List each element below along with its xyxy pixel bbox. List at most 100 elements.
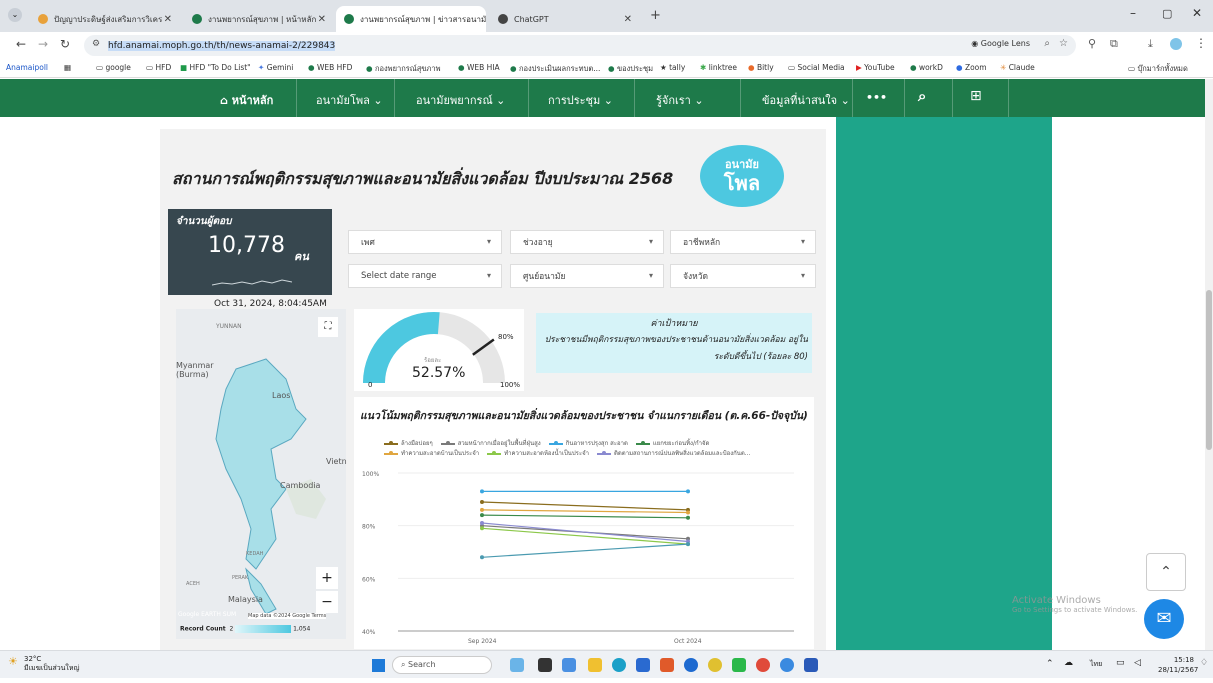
bookmark-item[interactable]: Anamaipoll	[6, 63, 48, 72]
all-bookmarks[interactable]: ▭ บุ๊กมาร์กทั้งหมด	[1128, 63, 1188, 75]
zoom-icon[interactable]: ⌕	[1044, 38, 1050, 49]
legend-item[interactable]: ล้างมือบ่อยๆ	[384, 439, 433, 449]
chrome-icon[interactable]	[756, 658, 770, 672]
browser-tab[interactable]: ChatGPT ✕	[490, 6, 640, 32]
file-explorer-icon[interactable]	[588, 658, 602, 672]
window-close-icon[interactable]: ✕	[1192, 6, 1202, 20]
taskbar-app-icon[interactable]	[562, 658, 576, 672]
nav-more[interactable]: •••	[866, 91, 887, 104]
back-icon[interactable]: ←	[16, 37, 26, 51]
data-point[interactable]	[686, 510, 690, 515]
bookmark-item[interactable]: ✱ linktree	[700, 63, 737, 72]
filter-date-range[interactable]: Select date range ▾	[348, 264, 502, 288]
close-icon[interactable]: ✕	[318, 14, 326, 25]
data-point[interactable]	[480, 555, 484, 560]
nav-item-anamaipoll[interactable]: อนามัยโพล ⌄	[316, 91, 383, 109]
maximize-icon[interactable]: ▢	[1162, 7, 1172, 20]
link-icon[interactable]: ⚲	[1088, 37, 1096, 50]
data-point[interactable]	[686, 489, 690, 494]
network-icon[interactable]: ▭	[1116, 658, 1125, 668]
legend-item[interactable]: สวมหน้ากากเมื่ออยู่ในพื้นที่ฝุ่นสูง	[440, 439, 541, 449]
taskbar-app-icon[interactable]	[538, 658, 552, 672]
legend-item[interactable]: ทำความสะอาดบ้านเป็นประจำ	[384, 449, 479, 459]
download-icon[interactable]: ⤓	[1148, 37, 1153, 51]
nav-item-forecast[interactable]: อนามัยพยากรณ์ ⌄	[416, 91, 505, 109]
filter-age[interactable]: ช่วงอายุ ▾	[510, 230, 664, 254]
data-point[interactable]	[480, 521, 484, 525]
data-point[interactable]	[480, 489, 484, 494]
taskbar-app-icon[interactable]	[684, 658, 698, 672]
weather-widget[interactable]: ☀ 32°C มีเมฆเป็นส่วนใหญ่	[8, 655, 79, 673]
menu-icon[interactable]: ⋮	[1195, 36, 1207, 50]
nav-item-meetings[interactable]: การประชุม ⌄	[548, 91, 613, 109]
volume-icon[interactable]: ◁	[1134, 658, 1141, 668]
scrollbar-thumb[interactable]	[1206, 290, 1212, 450]
tab-search-button[interactable]: ⌄	[8, 8, 22, 22]
apps-grid-icon[interactable]: ▦	[64, 63, 71, 72]
bookmark-item[interactable]: ▭ Social Media	[788, 63, 845, 72]
bookmark-item[interactable]: ● กองพยากรณ์สุขภาพ	[366, 63, 441, 75]
close-icon[interactable]: ✕	[164, 14, 172, 25]
notification-icon[interactable]: ♢	[1200, 658, 1208, 668]
legend-item[interactable]: ติดตามสถานการณ์ปนลพิษสิ่งแวดล้อมและป้องก…	[597, 449, 751, 459]
legend-item[interactable]: แยกขยะก่อนทิ้ง/กำจัด	[635, 439, 709, 449]
map-zoom-out-button[interactable]: −	[316, 591, 338, 613]
bookmark-item[interactable]: ● Bitly	[748, 63, 774, 72]
address-bar[interactable]: ⚙ hfd.anamai.moph.go.th/th/news-anamai-2…	[84, 35, 1076, 56]
bookmark-item[interactable]: ● WEB HFD	[308, 63, 352, 72]
map-fullscreen-button[interactable]: ⛶	[318, 317, 338, 337]
sitemap-icon[interactable]: ⊞	[970, 88, 982, 104]
edge-icon[interactable]	[612, 658, 626, 672]
extensions-icon[interactable]: ⧉	[1110, 37, 1118, 51]
filter-occupation[interactable]: อาชีพหลัก ▾	[670, 230, 816, 254]
thailand-map[interactable]: YUNNAN Myanmar (Burma) Laos Vietn Cambod…	[176, 309, 347, 639]
bookmark-item[interactable]: ▶ YouTube	[856, 63, 895, 72]
data-point[interactable]	[686, 515, 690, 520]
bookmark-item[interactable]: ✦ Gemini	[258, 63, 293, 72]
windows-start-icon[interactable]	[372, 659, 385, 672]
word-icon[interactable]	[804, 658, 818, 672]
bookmark-item[interactable]: ✳ Claude	[1000, 63, 1035, 72]
chrome-icon[interactable]	[780, 658, 794, 672]
reload-icon[interactable]: ↻	[60, 37, 70, 51]
close-icon[interactable]: ✕	[624, 14, 632, 25]
bookmark-item[interactable]: ■ HFD "To Do List"	[180, 63, 251, 72]
new-tab-button[interactable]: +	[650, 8, 661, 23]
bookmark-item[interactable]: ● WEB HIA	[458, 63, 500, 72]
store-icon[interactable]	[636, 658, 650, 672]
bookmark-item[interactable]: ▭ HFD	[146, 63, 171, 72]
input-language[interactable]: ไทย	[1090, 659, 1102, 670]
chrome-icon[interactable]	[708, 658, 722, 672]
taskbar-app-icon[interactable]	[510, 658, 524, 672]
google-lens-button[interactable]: ◉ Google Lens	[971, 39, 1030, 48]
nav-item-info[interactable]: ข้อมูลที่น่าสนใจ ⌄	[762, 91, 850, 109]
system-tray-chevron-icon[interactable]: ⌃	[1046, 659, 1054, 669]
map-zoom-in-button[interactable]: +	[316, 567, 338, 589]
taskbar-search[interactable]: ⌕ Search	[392, 656, 492, 674]
bookmark-item[interactable]: ● workD	[910, 63, 943, 72]
brave-icon[interactable]	[660, 658, 674, 672]
cloud-icon[interactable]: ☁	[1064, 658, 1073, 668]
data-point[interactable]	[480, 507, 484, 512]
bookmark-item[interactable]: ● ของประชุม	[608, 63, 653, 75]
clock[interactable]: 15:18 28/11/2567	[1158, 655, 1198, 675]
back-to-top-button[interactable]: ⌃	[1146, 553, 1186, 591]
data-point[interactable]	[686, 542, 690, 547]
data-point[interactable]	[480, 526, 484, 531]
line-icon[interactable]	[732, 658, 746, 672]
nav-home[interactable]: ⌂ หน้าหลัก	[220, 91, 273, 109]
nav-item-about[interactable]: รู้จักเรา ⌄	[656, 91, 704, 109]
browser-tab[interactable]: งานพยากรณ์สุขภาพ | หน้าหลัก ✕	[184, 6, 334, 32]
legend-item[interactable]: ทำความสะอาดห้องน้ำเป็นประจำ	[487, 449, 589, 459]
profile-icon[interactable]	[1170, 38, 1182, 50]
filter-gender[interactable]: เพศ ▾	[348, 230, 502, 254]
bookmark-item[interactable]: ● Zoom	[956, 63, 987, 72]
bookmark-star-icon[interactable]: ☆	[1059, 38, 1068, 49]
browser-tab-active[interactable]: งานพยากรณ์สุขภาพ | ข่าวสารอนามั ✕	[336, 6, 486, 32]
bookmark-item[interactable]: ★ tally	[660, 63, 685, 72]
data-point[interactable]	[480, 500, 484, 504]
browser-tab[interactable]: ปัญญาประดิษฐ์ส่งเสริมการวิเคร ✕	[30, 6, 180, 32]
messenger-icon[interactable]: ✉	[1144, 599, 1184, 639]
search-icon[interactable]: ⌕	[918, 87, 926, 105]
filter-province[interactable]: จังหวัด ▾	[670, 264, 816, 288]
